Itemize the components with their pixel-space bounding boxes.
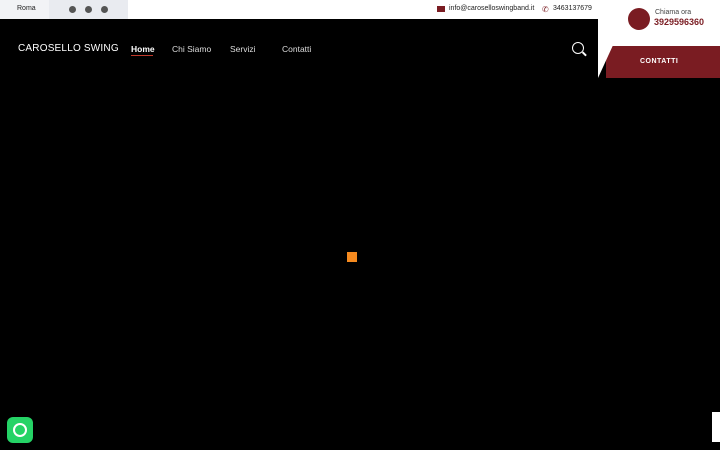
loading-indicator [347,252,357,262]
youtube-icon[interactable] [101,6,108,13]
scroll-tab[interactable] [712,412,720,442]
call-label: Chiama ora [655,9,692,16]
nav-chi-siamo[interactable]: Chi Siamo [172,44,211,54]
site-logo[interactable]: CAROSELLO SWING [18,43,119,54]
nav-servizi[interactable]: Servizi [230,44,256,54]
contact-button-shape [598,19,625,78]
facebook-icon[interactable] [69,6,76,13]
location-text: Roma [17,5,36,12]
phone-link[interactable]: 3463137679 [553,5,592,12]
mail-icon [437,6,445,12]
whatsapp-icon [13,423,27,437]
contact-button-label[interactable]: CONTATTI [640,58,678,65]
call-icon[interactable] [628,8,650,30]
call-number[interactable]: 3929596360 [654,17,704,27]
nav-contatti[interactable]: Contatti [282,44,311,54]
email-link[interactable]: info@caroselloswingband.it [449,5,534,12]
phone-icon: ✆ [542,5,549,14]
instagram-icon[interactable] [85,6,92,13]
search-icon-handle [582,51,587,57]
nav-home-underline [131,55,153,56]
nav-home[interactable]: Home [131,44,155,54]
